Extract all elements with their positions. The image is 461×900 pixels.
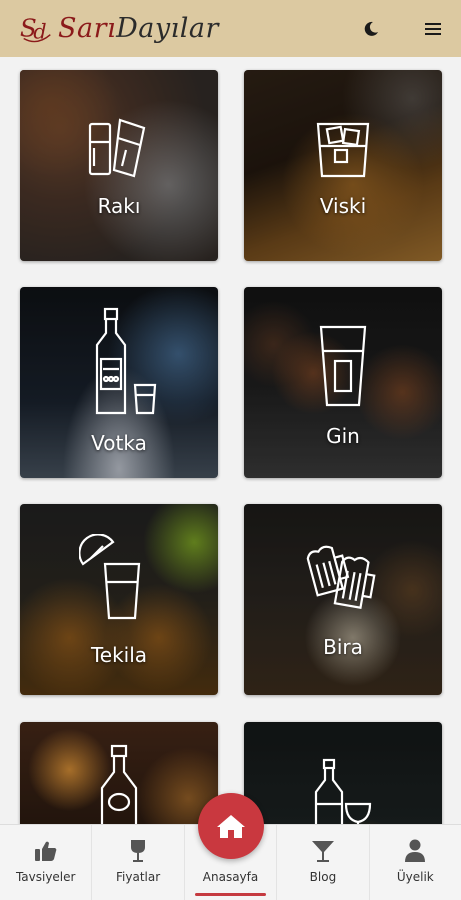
home-icon — [216, 815, 245, 838]
nav-item-tavsiyeler[interactable]: Tavsiyeler — [0, 825, 93, 900]
category-tile-tekila[interactable]: Tekila — [20, 504, 218, 695]
gin-shot-icon — [319, 325, 367, 407]
brand-logo[interactable]: S d SarıDayılar — [18, 10, 219, 48]
app-header: S d SarıDayılar — [0, 0, 461, 57]
bottom-navigation: Tavsiyeler Fiyatlar Anasayfa Blog Üyelik — [0, 793, 461, 900]
category-label: Rakı — [97, 194, 141, 218]
category-tile-gin[interactable]: Gin — [244, 287, 442, 478]
moon-icon — [364, 21, 378, 36]
thumbs-up-icon — [33, 838, 59, 864]
wine-bottle-glass-icon — [314, 758, 372, 824]
nav-label: Anasayfa — [202, 870, 259, 884]
brand-name: SarıDayılar — [58, 13, 219, 44]
nav-item-blog[interactable]: Blog — [277, 825, 370, 900]
category-label: Tekila — [90, 643, 148, 667]
vodka-bottle-icon — [95, 307, 157, 415]
nav-label: Fiyatlar — [116, 870, 161, 884]
tequila-lime-icon — [79, 534, 141, 620]
cocktail-glass-icon — [310, 838, 336, 864]
nav-item-anasayfa[interactable]: Anasayfa — [185, 793, 278, 900]
theme-toggle-button[interactable] — [361, 19, 381, 39]
liqueur-bottle-icon — [100, 744, 138, 824]
svg-text:d: d — [33, 19, 46, 43]
nav-label: Blog — [309, 870, 337, 884]
logo-mark-icon: S d — [20, 13, 51, 43]
menu-button[interactable] — [423, 19, 443, 39]
hamburger-menu-icon — [425, 22, 441, 35]
category-tile-viski[interactable]: Viski — [244, 70, 442, 261]
category-label: Votka — [91, 431, 147, 455]
category-label: Bira — [323, 635, 363, 659]
beer-mugs-icon — [306, 545, 376, 609]
category-label: Gin — [326, 424, 360, 448]
nav-item-fiyatlar[interactable]: Fiyatlar — [92, 825, 185, 900]
category-tile-votka[interactable]: Votka — [20, 287, 218, 478]
category-tile-bira[interactable]: Bira — [244, 504, 442, 695]
wine-glass-icon — [125, 838, 151, 864]
category-tile-raki[interactable]: Rakı — [20, 70, 218, 261]
whisky-glass-icon — [316, 122, 370, 178]
category-tile-7[interactable] — [20, 722, 218, 824]
raki-glasses-icon — [88, 118, 146, 178]
category-tile-8[interactable] — [244, 722, 442, 824]
user-icon — [402, 838, 428, 864]
nav-label: Üyelik — [396, 870, 434, 884]
category-grid: Rakı Viski Votka Gin Tekila Bira — [0, 57, 461, 824]
nav-item-uyelik[interactable]: Üyelik — [370, 825, 461, 900]
category-label: Viski — [319, 194, 367, 218]
home-button[interactable] — [197, 793, 264, 859]
nav-label: Tavsiyeler — [15, 870, 76, 884]
